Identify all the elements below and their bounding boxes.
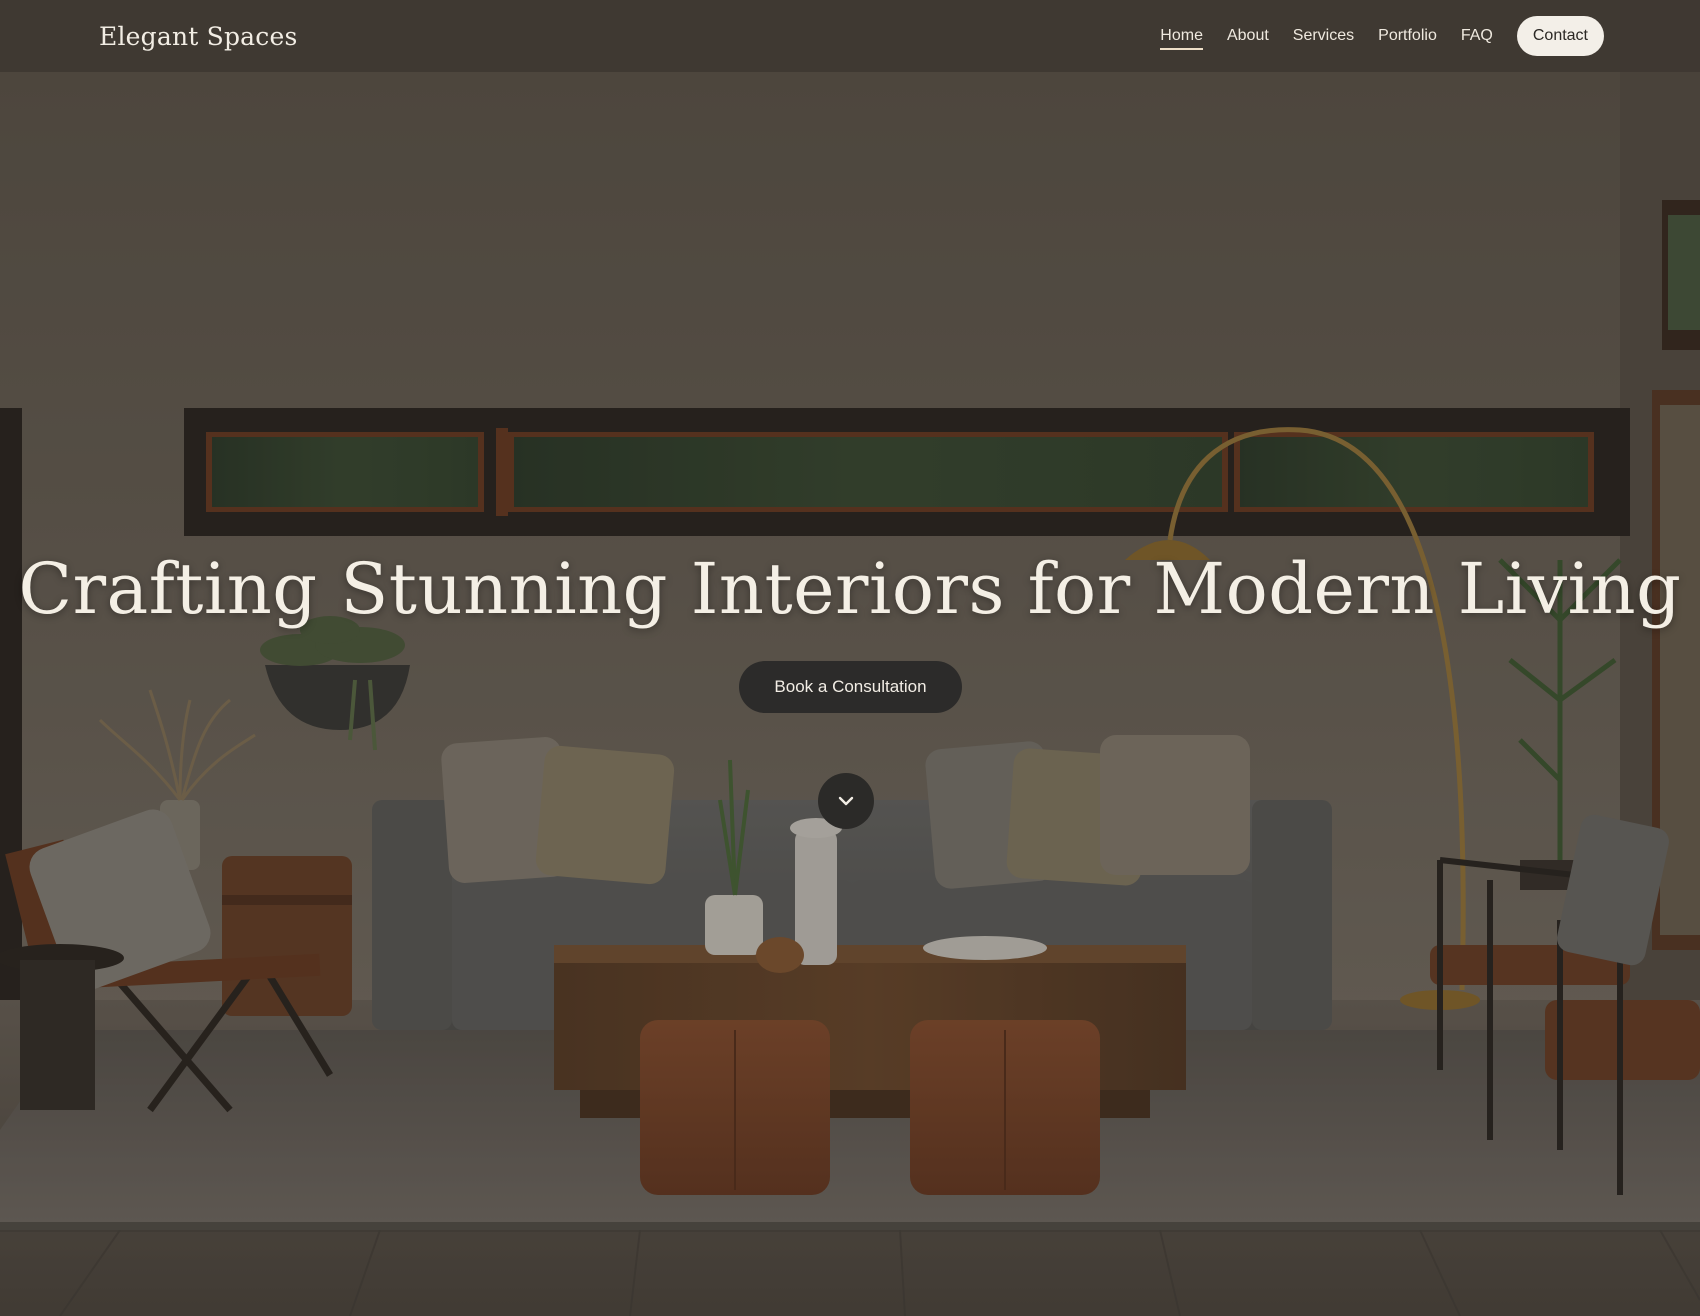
nav-link-faq[interactable]: FAQ: [1461, 21, 1493, 51]
contact-button[interactable]: Contact: [1516, 16, 1604, 56]
scroll-down-button[interactable]: [818, 773, 874, 829]
nav-link-portfolio[interactable]: Portfolio: [1378, 21, 1437, 51]
hero-background-image: [0, 0, 1700, 1316]
book-consultation-button[interactable]: Book a Consultation: [739, 661, 962, 713]
brand-logo[interactable]: Elegant Spaces: [99, 22, 298, 51]
site-header: Elegant Spaces Home About Services Portf…: [0, 0, 1700, 72]
nav-link-home[interactable]: Home: [1160, 21, 1203, 51]
main-nav: Home About Services Portfolio FAQ Contac…: [1136, 16, 1604, 56]
chevron-down-icon: [838, 796, 854, 806]
hero-section: [0, 0, 1700, 1316]
nav-link-about[interactable]: About: [1227, 21, 1269, 51]
page: Elegant Spaces Home About Services Portf…: [0, 0, 1700, 1316]
nav-link-services[interactable]: Services: [1293, 21, 1354, 51]
hero-title: Crafting Stunning Interiors for Modern L…: [18, 548, 1682, 630]
